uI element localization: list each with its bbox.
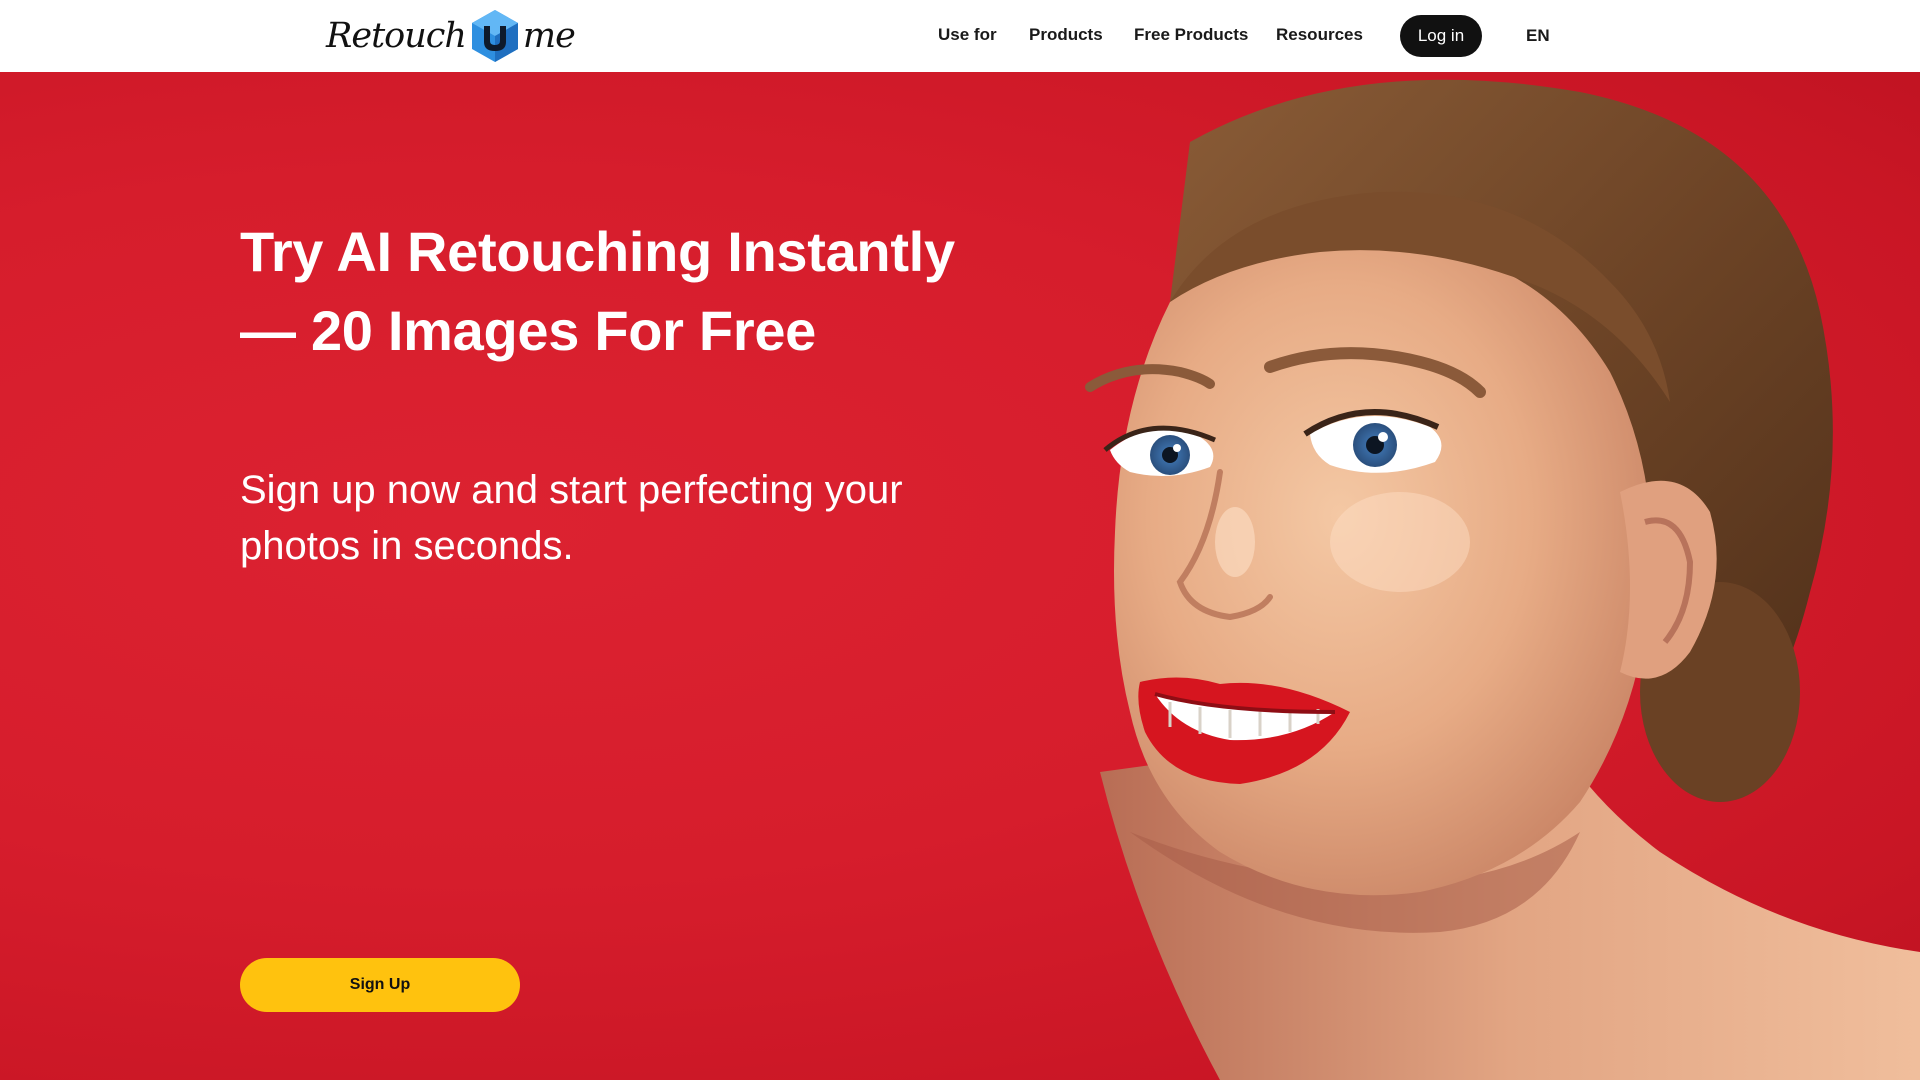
hero-subtitle: Sign up now and start perfecting your ph… bbox=[240, 468, 903, 568]
main-nav: Use for Products Free Products Resources bbox=[0, 14, 1920, 56]
nav-resources[interactable]: Resources bbox=[1276, 14, 1363, 56]
hero-section: Try AI Retouching Instantly — 20 Images … bbox=[0, 72, 1920, 1080]
hero-title: Try AI Retouching Instantly — 20 Images … bbox=[240, 220, 955, 362]
language-selector[interactable]: EN bbox=[1526, 15, 1550, 57]
site-header: Retouch me Use for Products Free Product… bbox=[0, 0, 1920, 72]
signup-button[interactable]: Sign Up bbox=[240, 958, 520, 1012]
nav-products[interactable]: Products bbox=[1029, 14, 1103, 56]
nav-use-for[interactable]: Use for bbox=[938, 14, 997, 56]
smiling-woman-portrait-image bbox=[1085, 79, 1920, 1080]
login-button[interactable]: Log in bbox=[1400, 15, 1482, 57]
nav-free-products[interactable]: Free Products bbox=[1134, 14, 1248, 56]
